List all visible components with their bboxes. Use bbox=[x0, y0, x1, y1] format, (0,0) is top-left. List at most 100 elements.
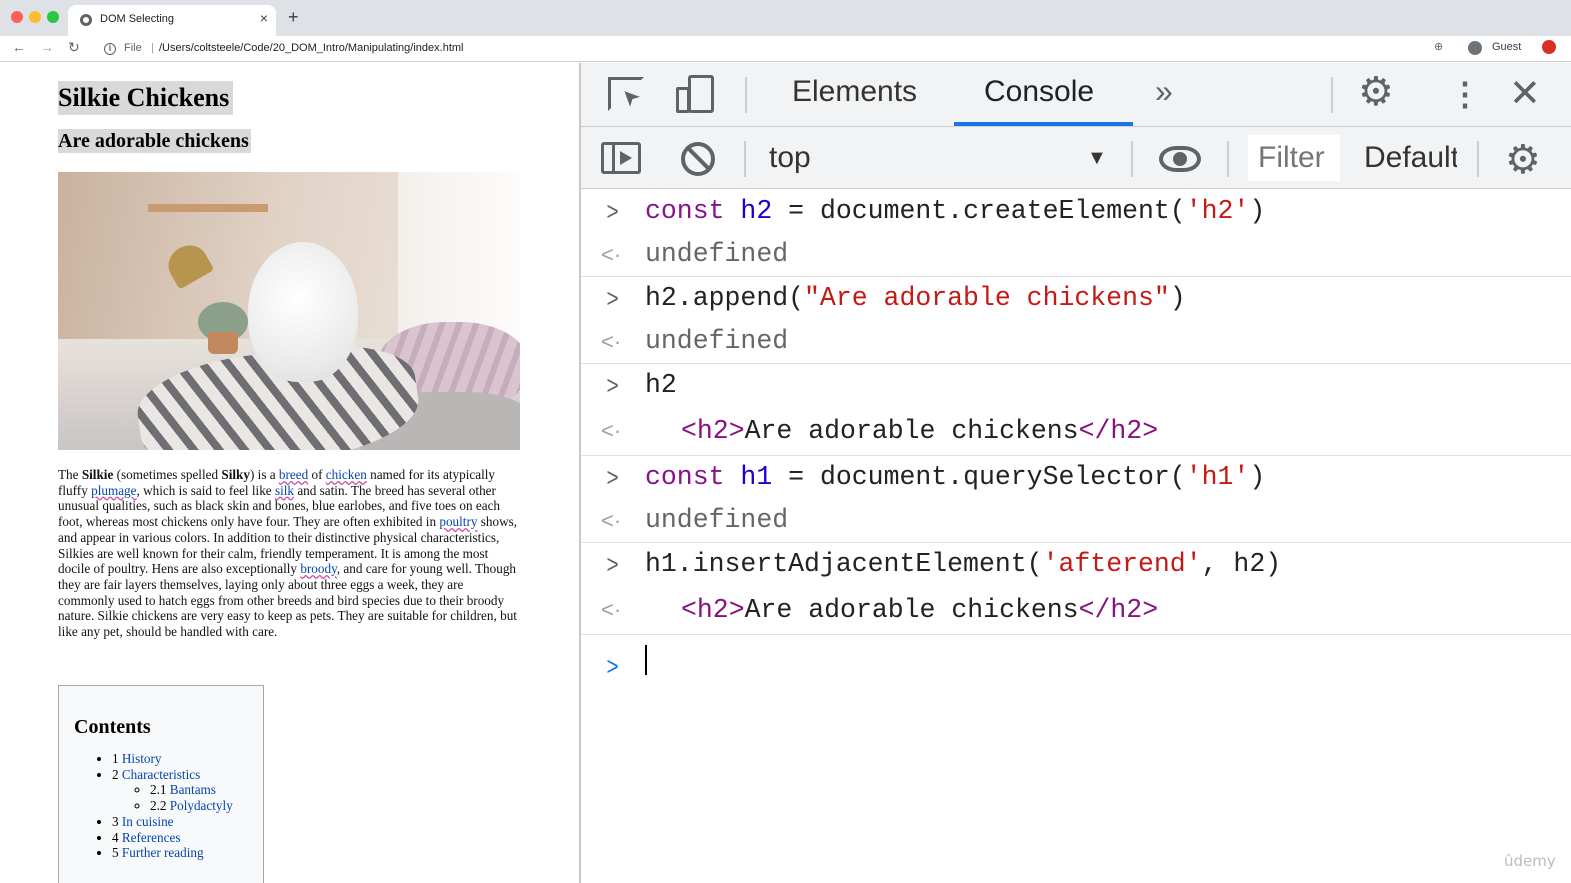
input-prompt-icon: > bbox=[606, 549, 619, 579]
clear-console-icon[interactable] bbox=[681, 142, 715, 176]
devtools-panel: Elements Console » ⚙ ⋮ ✕ top ▼ Default l… bbox=[581, 63, 1571, 883]
link-poultry[interactable]: poultry bbox=[439, 514, 477, 529]
toc-item: 1 History bbox=[112, 751, 263, 767]
profile-label[interactable]: Guest bbox=[1492, 41, 1521, 53]
console-input[interactable]: h2 bbox=[645, 364, 677, 407]
toc-item: 2.1 Bantams bbox=[150, 782, 263, 798]
log-levels-dropdown[interactable]: Default levels bbox=[1364, 141, 1457, 175]
console-input[interactable]: h2.append("Are adorable chickens") bbox=[645, 277, 1186, 320]
toc-item: 2 Characteristics 2.1 Bantams 2.2 Polyda… bbox=[112, 767, 263, 814]
browser-tabbar: DOM Selecting × + bbox=[0, 0, 1571, 36]
window-zoom-button[interactable] bbox=[47, 11, 59, 23]
link-breed[interactable]: breed bbox=[279, 467, 308, 482]
toc-item: 2.2 Polydactyly bbox=[150, 798, 263, 814]
profile-avatar-icon[interactable] bbox=[1468, 41, 1482, 55]
customize-menu-icon[interactable]: ⋮ bbox=[1449, 75, 1481, 113]
url-text[interactable]: /Users/coltsteele/Code/20_DOM_Intro/Mani… bbox=[159, 42, 463, 54]
page-viewport: Silkie Chickens Are adorable chickens Th… bbox=[0, 63, 579, 883]
input-prompt-icon: > bbox=[606, 462, 619, 492]
tab-elements[interactable]: Elements bbox=[792, 75, 917, 109]
input-prompt-icon: > bbox=[606, 370, 619, 400]
dropdown-arrow-icon[interactable]: ▼ bbox=[1087, 147, 1107, 170]
text-caret bbox=[645, 645, 647, 675]
show-sidebar-icon[interactable] bbox=[601, 142, 641, 174]
toc-item: 5 Further reading bbox=[112, 845, 263, 861]
zoom-icon[interactable]: ⊕ bbox=[1434, 40, 1443, 53]
address-bar: ← → ↻ i File | /Users/coltsteele/Code/20… bbox=[0, 36, 1571, 62]
input-prompt-icon: > bbox=[606, 283, 619, 313]
globe-icon bbox=[80, 14, 92, 26]
toc-item: 3 In cuisine bbox=[112, 814, 263, 830]
omnibox[interactable]: i File | /Users/coltsteele/Code/20_DOM_I… bbox=[96, 38, 1466, 60]
close-devtools-icon[interactable]: ✕ bbox=[1509, 71, 1541, 116]
link-broody[interactable]: broody bbox=[300, 561, 337, 576]
devtools-main-toolbar: Elements Console » ⚙ ⋮ ✕ bbox=[581, 63, 1571, 127]
window-minimize-button[interactable] bbox=[29, 11, 41, 23]
return-arrow-icon: <· bbox=[601, 242, 622, 267]
udemy-watermark: ûdemy bbox=[1504, 852, 1556, 870]
link-silk[interactable]: silk bbox=[275, 483, 294, 498]
link-plumage[interactable]: plumage bbox=[91, 483, 136, 498]
console-toolbar: top ▼ Default levels ⚙ bbox=[581, 127, 1571, 189]
live-expression-eye-icon[interactable] bbox=[1159, 146, 1201, 172]
console-input[interactable]: h1.insertAdjacentElement('afterend', h2) bbox=[645, 543, 1281, 586]
console-entry: > h2 <· <h2>Are adorable chickens</h2> bbox=[581, 364, 1571, 456]
toc-title: Contents bbox=[74, 716, 151, 738]
console-entry: > h2.append("Are adorable chickens") <· un… bbox=[581, 277, 1571, 364]
console-entry: > const h2 = document.createElement('h2')… bbox=[581, 190, 1571, 277]
silkie-chicken-photo bbox=[58, 172, 520, 450]
toc-link-in-cuisine[interactable]: In cuisine bbox=[122, 814, 174, 829]
console-element-output[interactable]: <h2>Are adorable chickens</h2> bbox=[681, 407, 1158, 455]
toc-link-references[interactable]: References bbox=[122, 830, 181, 845]
return-arrow-icon: <· bbox=[601, 508, 622, 533]
toc-link-characteristics[interactable]: Characteristics bbox=[122, 767, 200, 782]
toc-link-polydactyly[interactable]: Polydactyly bbox=[170, 798, 233, 813]
return-arrow-icon: <· bbox=[601, 418, 622, 443]
tab-console[interactable]: Console bbox=[984, 75, 1094, 109]
toc-link-bantams[interactable]: Bantams bbox=[170, 782, 216, 797]
reload-button[interactable]: ↻ bbox=[68, 39, 80, 56]
inspect-element-icon[interactable] bbox=[608, 77, 644, 111]
more-tabs-icon[interactable]: » bbox=[1155, 73, 1173, 110]
console-element-output[interactable]: <h2>Are adorable chickens</h2> bbox=[681, 586, 1158, 634]
console-output: undefined bbox=[645, 505, 789, 535]
update-menu-icon[interactable] bbox=[1542, 40, 1556, 54]
console-entry: > const h1 = document.querySelector('h1')… bbox=[581, 456, 1571, 543]
url-scheme-label: File bbox=[124, 42, 142, 54]
input-prompt-icon: > bbox=[606, 196, 619, 226]
device-toolbar-icon[interactable] bbox=[676, 75, 714, 113]
console-log: > const h2 = document.createElement('h2')… bbox=[581, 190, 1571, 685]
active-prompt-icon: > bbox=[606, 651, 619, 681]
table-of-contents: Contents 1 History 2 Characteristics 2.1… bbox=[58, 685, 264, 883]
console-prompt-line[interactable]: > bbox=[581, 635, 1571, 685]
filter-input[interactable] bbox=[1258, 141, 1338, 175]
tab-title: DOM Selecting bbox=[100, 13, 174, 25]
back-button[interactable]: ← bbox=[12, 39, 26, 55]
console-input[interactable]: const h2 = document.createElement('h2') bbox=[645, 190, 1265, 233]
active-tab-indicator bbox=[954, 122, 1133, 126]
url-separator: | bbox=[151, 42, 154, 54]
toc-item: 4 References bbox=[112, 830, 263, 846]
console-output: undefined bbox=[645, 239, 789, 269]
browser-tab[interactable]: DOM Selecting × bbox=[68, 5, 276, 36]
return-arrow-icon: <· bbox=[601, 597, 622, 622]
page-heading-h1: Silkie Chickens bbox=[58, 81, 234, 115]
console-settings-gear-icon[interactable]: ⚙ bbox=[1505, 137, 1541, 183]
toc-link-history[interactable]: History bbox=[122, 751, 162, 766]
tab-close-icon[interactable]: × bbox=[260, 10, 268, 26]
return-arrow-icon: <· bbox=[601, 329, 622, 354]
console-input[interactable]: const h1 = document.querySelector('h1') bbox=[645, 456, 1265, 499]
context-selector[interactable]: top bbox=[769, 141, 811, 175]
settings-gear-icon[interactable]: ⚙ bbox=[1358, 69, 1394, 115]
window-close-button[interactable] bbox=[11, 11, 23, 23]
filter-field[interactable] bbox=[1248, 135, 1340, 181]
intro-paragraph: The Silkie (sometimes spelled Silky) is … bbox=[58, 467, 518, 640]
toc-link-further-reading[interactable]: Further reading bbox=[122, 845, 204, 860]
console-entry: > h1.insertAdjacentElement('afterend', h2… bbox=[581, 543, 1571, 635]
info-icon[interactable]: i bbox=[104, 43, 116, 55]
page-heading-h2: Are adorable chickens bbox=[58, 129, 251, 153]
link-chicken[interactable]: chicken bbox=[326, 467, 367, 482]
console-output: undefined bbox=[645, 326, 789, 356]
forward-button[interactable]: → bbox=[40, 39, 54, 55]
new-tab-button[interactable]: + bbox=[288, 7, 299, 28]
